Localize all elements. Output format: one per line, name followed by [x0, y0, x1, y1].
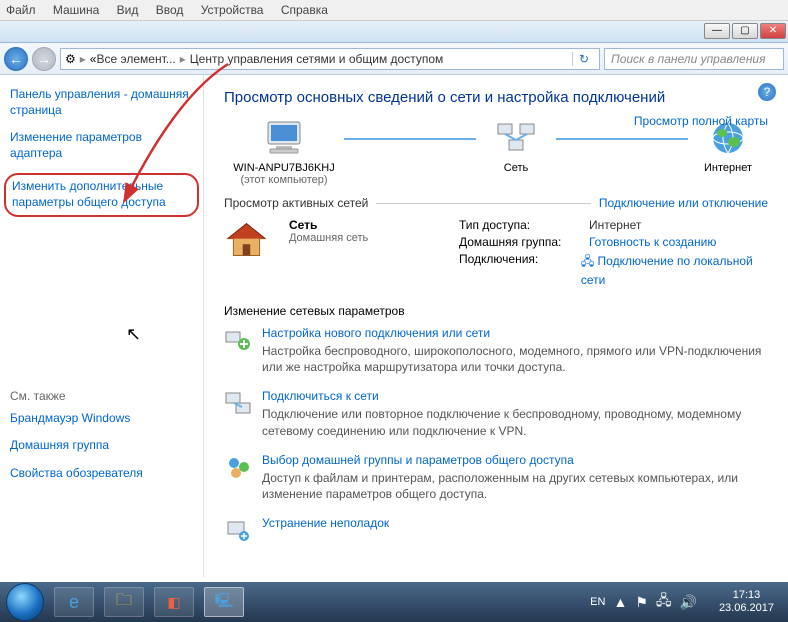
- sidebar-adapter-settings[interactable]: Изменение параметров адаптера: [10, 130, 193, 161]
- homegroup-link[interactable]: Готовность к созданию: [589, 235, 716, 249]
- setup-connection-link[interactable]: Настройка нового подключения или сети: [262, 326, 768, 340]
- active-networks-title: Просмотр активных сетей: [224, 196, 368, 210]
- map-node-computer: WIN-ANPU7BJ6KHJ: [224, 162, 344, 174]
- network-map: Просмотр полной карты WIN-ANPU7BJ6KHJ (э…: [224, 118, 768, 186]
- connect-network-link[interactable]: Подключиться к сети: [262, 389, 768, 403]
- homegroup-icon: [224, 453, 252, 481]
- network-name: Сеть: [289, 218, 439, 232]
- taskbar: e 🗀 ◧ 🖳 EN ▲ ⚑ 🖧 🔊 17:13 23.06.2017: [0, 582, 788, 622]
- troubleshoot-icon: [224, 516, 252, 544]
- start-button[interactable]: [6, 583, 44, 621]
- taskbar-network-center[interactable]: 🖳: [204, 587, 244, 617]
- page-title: Просмотр основных сведений о сети и наст…: [224, 89, 768, 106]
- back-button[interactable]: ←: [4, 47, 28, 71]
- connect-network-icon: [224, 389, 252, 417]
- system-tray: EN ▲ ⚑ 🖧 🔊 17:13 23.06.2017: [590, 589, 782, 615]
- troubleshoot-link[interactable]: Устранение неполадок: [262, 516, 389, 530]
- connect-disconnect-link[interactable]: Подключение или отключение: [599, 196, 768, 210]
- forward-button[interactable]: →: [32, 47, 56, 71]
- main-panel: ? Просмотр основных сведений о сети и на…: [204, 75, 788, 577]
- maximize-button[interactable]: ▢: [732, 23, 758, 39]
- map-node-internet: Интернет: [688, 162, 768, 174]
- vm-menu-view[interactable]: Вид: [117, 3, 139, 17]
- window-titlebar: — ▢ ✕: [0, 21, 788, 43]
- vm-menu-file[interactable]: Файл: [6, 3, 36, 17]
- vm-menu-devices[interactable]: Устройства: [201, 3, 264, 17]
- vm-menu-machine[interactable]: Машина: [53, 3, 99, 17]
- map-node-computer-sub: (этот компьютер): [224, 174, 344, 186]
- sidebar-internet-options[interactable]: Свойства обозревателя: [10, 466, 193, 482]
- search-placeholder: Поиск в панели управления: [611, 52, 766, 66]
- network-settings-title: Изменение сетевых параметров: [224, 304, 768, 318]
- setup-connection-desc: Настройка беспроводного, широкополосного…: [262, 343, 768, 375]
- sidebar-see-also: См. также: [10, 389, 193, 403]
- tray-network-icon[interactable]: 🖧: [656, 590, 672, 614]
- tray-lang[interactable]: EN: [590, 596, 605, 608]
- cursor-icon: ↖: [126, 324, 141, 345]
- homegroup-sharing-link[interactable]: Выбор домашней группы и параметров общег…: [262, 453, 768, 467]
- map-node-network: Сеть: [476, 162, 556, 174]
- homegroup-label: Домашняя группа:: [459, 235, 589, 249]
- navbar: ← → ⚙ ▸ « Все элемент... ▸ Центр управле…: [0, 43, 788, 75]
- close-button[interactable]: ✕: [760, 23, 786, 39]
- setup-connection-icon: [224, 326, 252, 354]
- search-input[interactable]: Поиск в панели управления: [604, 48, 784, 70]
- tray-volume-icon[interactable]: 🔊: [680, 594, 697, 611]
- tray-flag-icon[interactable]: ▲: [613, 594, 627, 610]
- help-icon[interactable]: ?: [758, 83, 776, 101]
- homegroup-sharing-desc: Доступ к файлам и принтерам, расположенн…: [262, 470, 768, 502]
- connect-network-desc: Подключение или повторное подключение к …: [262, 406, 768, 438]
- breadcrumb-1[interactable]: Все элемент...: [96, 52, 175, 66]
- taskbar-app[interactable]: ◧: [154, 587, 194, 617]
- network-type[interactable]: Домашняя сеть: [289, 232, 439, 244]
- home-network-icon: [224, 218, 269, 262]
- sidebar-firewall[interactable]: Брандмауэр Windows: [10, 411, 193, 427]
- vm-menu-input[interactable]: Ввод: [156, 3, 184, 17]
- connection-link[interactable]: 🖧 Подключение по локальной сети: [581, 252, 768, 287]
- access-type-label: Тип доступа:: [459, 218, 589, 232]
- vm-menu-help[interactable]: Справка: [281, 3, 328, 17]
- vm-menubar: Файл Машина Вид Ввод Устройства Справка: [0, 0, 788, 21]
- full-map-link[interactable]: Просмотр полной карты: [634, 114, 768, 128]
- breadcrumb-prefix: «: [90, 52, 97, 66]
- address-bar[interactable]: ⚙ ▸ « Все элемент... ▸ Центр управления …: [60, 48, 600, 70]
- computer-icon: [260, 118, 308, 158]
- network-icon: [492, 118, 540, 158]
- cp-icon: ⚙: [65, 52, 76, 66]
- refresh-icon[interactable]: ↻: [572, 52, 595, 66]
- sidebar-homegroup[interactable]: Домашняя группа: [10, 438, 193, 454]
- tray-clock[interactable]: 17:13 23.06.2017: [711, 589, 782, 615]
- taskbar-explorer[interactable]: 🗀: [104, 587, 144, 617]
- tray-action-icon[interactable]: ⚑: [635, 594, 648, 611]
- sidebar: Панель управления - домашняя страница Из…: [0, 75, 204, 577]
- sidebar-sharing-settings[interactable]: Изменить дополнительные параметры общего…: [4, 173, 199, 216]
- connections-label: Подключения:: [459, 252, 581, 287]
- breadcrumb-2[interactable]: Центр управления сетями и общим доступом: [190, 52, 444, 66]
- sidebar-home[interactable]: Панель управления - домашняя страница: [10, 87, 193, 118]
- minimize-button[interactable]: —: [704, 23, 730, 39]
- taskbar-ie[interactable]: e: [54, 587, 94, 617]
- access-type-value: Интернет: [589, 218, 641, 232]
